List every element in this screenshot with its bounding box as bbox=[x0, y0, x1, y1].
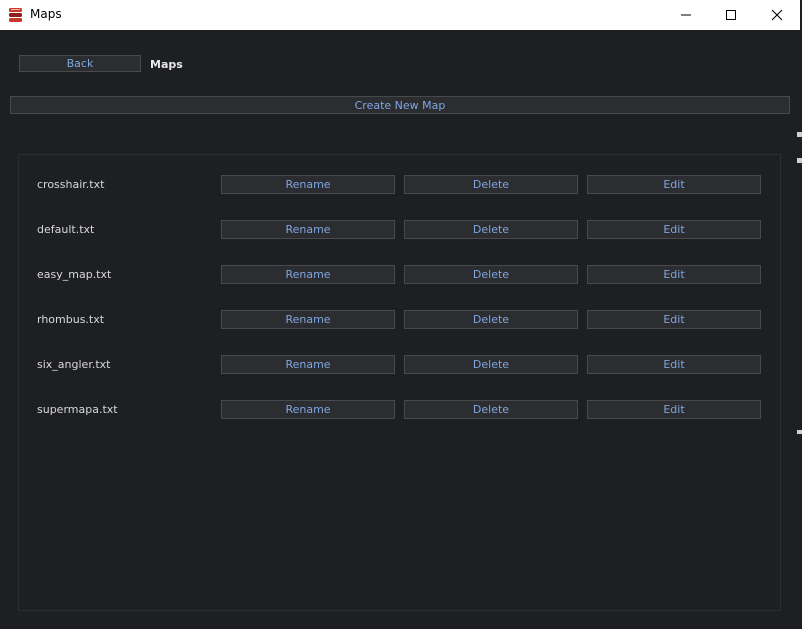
stacked-layers-icon bbox=[9, 8, 22, 22]
delete-button[interactable]: Delete bbox=[404, 175, 578, 194]
rename-button[interactable]: Rename bbox=[221, 310, 395, 329]
delete-button[interactable]: Delete bbox=[404, 220, 578, 239]
delete-button[interactable]: Delete bbox=[404, 265, 578, 284]
map-name: easy_map.txt bbox=[37, 268, 112, 281]
map-list-panel: crosshair.txt Rename Delete Edit default… bbox=[18, 154, 781, 611]
map-name: default.txt bbox=[37, 223, 95, 236]
rename-button[interactable]: Rename bbox=[221, 355, 395, 374]
back-button[interactable]: Back bbox=[19, 55, 141, 72]
rename-button[interactable]: Rename bbox=[221, 265, 395, 284]
map-name: rhombus.txt bbox=[37, 313, 105, 326]
title-bar[interactable]: Maps bbox=[0, 0, 802, 30]
delete-button[interactable]: Delete bbox=[404, 355, 578, 374]
map-name: supermapa.txt bbox=[37, 403, 118, 416]
window-title: Maps bbox=[30, 7, 62, 21]
map-row: easy_map.txt Rename Delete Edit bbox=[19, 265, 780, 285]
window-edge-mark bbox=[797, 132, 802, 137]
map-name: crosshair.txt bbox=[37, 178, 105, 191]
delete-button[interactable]: Delete bbox=[404, 400, 578, 419]
map-name: six_angler.txt bbox=[37, 358, 111, 371]
rename-button[interactable]: Rename bbox=[221, 400, 395, 419]
minimize-button[interactable] bbox=[663, 0, 709, 30]
map-row: crosshair.txt Rename Delete Edit bbox=[19, 175, 780, 195]
rename-button[interactable]: Rename bbox=[221, 175, 395, 194]
map-row: six_angler.txt Rename Delete Edit bbox=[19, 355, 780, 375]
maximize-icon bbox=[726, 10, 736, 20]
close-button[interactable] bbox=[754, 0, 800, 30]
window-edge-mark bbox=[797, 430, 802, 434]
map-row: rhombus.txt Rename Delete Edit bbox=[19, 310, 780, 330]
maps-window: Maps Back Maps Create New Map crosshair.… bbox=[0, 0, 802, 629]
maximize-button[interactable] bbox=[708, 0, 754, 30]
edit-button[interactable]: Edit bbox=[587, 265, 761, 284]
page-title: Maps bbox=[150, 58, 183, 71]
edit-button[interactable]: Edit bbox=[587, 310, 761, 329]
delete-button[interactable]: Delete bbox=[404, 310, 578, 329]
edit-button[interactable]: Edit bbox=[587, 220, 761, 239]
create-new-map-button[interactable]: Create New Map bbox=[10, 96, 790, 114]
map-row: supermapa.txt Rename Delete Edit bbox=[19, 400, 780, 420]
window-edge-mark bbox=[797, 158, 802, 163]
minimize-icon bbox=[681, 14, 691, 16]
edit-button[interactable]: Edit bbox=[587, 175, 761, 194]
rename-button[interactable]: Rename bbox=[221, 220, 395, 239]
edit-button[interactable]: Edit bbox=[587, 400, 761, 419]
map-row: default.txt Rename Delete Edit bbox=[19, 220, 780, 240]
close-icon bbox=[771, 9, 783, 21]
edit-button[interactable]: Edit bbox=[587, 355, 761, 374]
